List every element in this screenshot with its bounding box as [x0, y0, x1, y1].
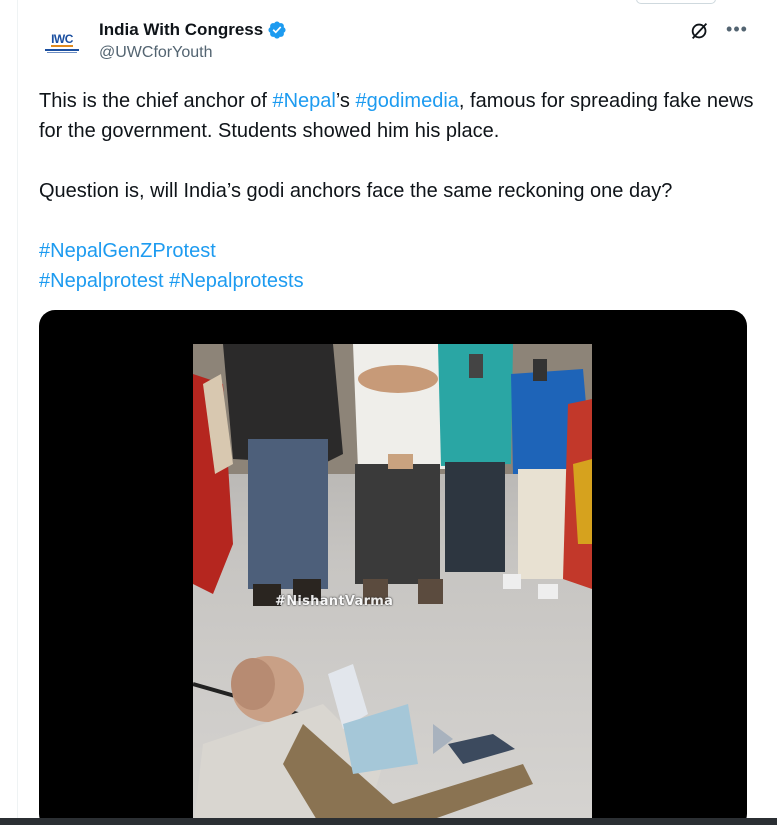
tweet-text-question: Question is, will India’s godi anchors f…: [39, 180, 673, 202]
hashtag-link[interactable]: #Nepalprotests: [169, 270, 304, 292]
author-display-name[interactable]: India With Congress: [99, 20, 263, 40]
video-player[interactable]: #NishantVarma: [39, 310, 747, 825]
tweet-header: IWC India With Congress @UWCforYouth •••: [39, 18, 769, 68]
avatar-logo-subbar: [47, 52, 77, 53]
tweet-card[interactable]: IWC India With Congress @UWCforYouth •••…: [17, 0, 777, 825]
tweet-text-segment: ’s: [335, 90, 356, 112]
hashtag-link[interactable]: #NepalGenZProtest: [39, 240, 216, 262]
verified-badge-icon: [268, 21, 286, 39]
avatar-logo-text: IWC: [51, 32, 73, 47]
author-names: India With Congress @UWCforYouth: [99, 18, 287, 62]
video-frame[interactable]: #NishantVarma: [193, 344, 592, 825]
hashtag-link[interactable]: #Nepal: [272, 90, 335, 112]
tweet-text-segment: This is the chief anchor of: [39, 90, 273, 112]
video-scene: [193, 344, 592, 825]
hashtag-link[interactable]: #Nepalprotest: [39, 270, 164, 292]
tweet-text: This is the chief anchor of #Nepal’s #go…: [39, 86, 759, 296]
grok-icon[interactable]: [689, 20, 711, 42]
video-watermark: #NishantVarma: [275, 594, 394, 609]
hashtag-link[interactable]: #godimedia: [355, 90, 458, 112]
author-handle[interactable]: @UWCforYouth: [99, 44, 287, 62]
more-icon[interactable]: •••: [725, 20, 749, 42]
avatar-logo-bar: [45, 49, 79, 51]
top-pill: [636, 0, 716, 4]
avatar[interactable]: IWC: [41, 22, 83, 64]
bottom-bar: [0, 818, 777, 825]
